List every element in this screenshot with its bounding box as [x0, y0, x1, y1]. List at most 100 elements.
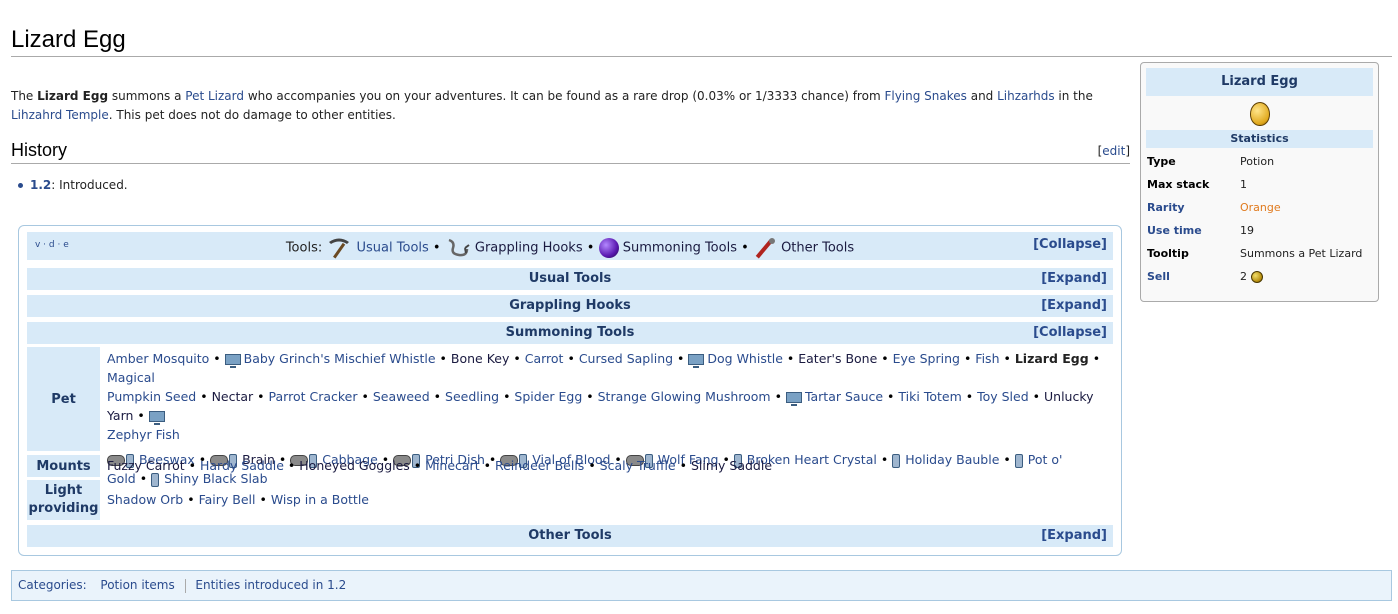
list-item[interactable]: Nectar: [212, 389, 254, 404]
group-label-light-providing: Light providing: [27, 480, 100, 520]
infobox-title: Lizard Egg: [1146, 68, 1373, 96]
intro-text: summons a: [108, 89, 186, 103]
bullet-icon: [18, 183, 23, 188]
list-item[interactable]: Toy Sled: [977, 389, 1029, 404]
infobox-section-statistics: Statistics: [1146, 130, 1373, 148]
intro-text: in the: [1054, 89, 1093, 103]
list-item[interactable]: Shadow Orb: [107, 492, 183, 507]
head-link-other-tools[interactable]: Other Tools: [781, 241, 854, 256]
infobox-row: Sell 2: [1146, 265, 1373, 288]
list-item[interactable]: Baby Grinch's Mischief Whistle: [244, 351, 436, 366]
intro-text: and: [966, 89, 998, 103]
section-title: Grappling Hooks: [509, 298, 631, 313]
list-item[interactable]: Reindeer Bells: [495, 458, 584, 473]
categories-bar: Categories: Potion items Entities introd…: [11, 570, 1392, 601]
row-value: 1: [1240, 178, 1247, 191]
pet-line: Zephyr Fish: [107, 425, 1107, 444]
list-item[interactable]: Parrot Cracker: [269, 389, 358, 404]
sell-value: 2: [1240, 270, 1247, 283]
row-value: Potion: [1240, 155, 1275, 168]
list-item[interactable]: Minecart: [425, 458, 479, 473]
edit-section: [edit]: [1097, 144, 1130, 158]
expand-button[interactable]: [Expand]: [1041, 528, 1107, 543]
list-item[interactable]: Wisp in a Bottle: [271, 492, 369, 507]
intro-paragraph: The Lizard Egg summons a Pet Lizard who …: [11, 87, 1126, 125]
navbox-title: Tools: Usual Tools • Grappling Hooks • S…: [27, 236, 1113, 260]
list-item[interactable]: Tartar Sauce: [805, 389, 883, 404]
expand-button[interactable]: [Expand]: [1041, 271, 1107, 286]
list-item[interactable]: Fuzzy Carrot: [107, 458, 185, 473]
list-item[interactable]: Strange Glowing Mushroom: [598, 389, 771, 404]
list-item[interactable]: Hardy Saddle: [200, 458, 284, 473]
intro-text: The: [11, 89, 38, 103]
edit-link[interactable]: edit: [1102, 144, 1125, 158]
tools-navbox: v · d · e Tools: Usual Tools • Grappling…: [18, 225, 1122, 556]
section-title: Usual Tools: [528, 271, 612, 286]
infobox-row: Max stack 1: [1146, 173, 1373, 196]
history-text: : Introduced.: [51, 178, 128, 192]
row-key: Max stack: [1147, 178, 1210, 191]
section-usual-tools: Usual Tools [Expand]: [27, 268, 1113, 290]
history-list: 1.2: Introduced.: [18, 178, 128, 192]
pet-line: Pumpkin Seed • Nectar • Parrot Cracker •…: [107, 389, 1094, 425]
list-item[interactable]: Scaly Truffle: [600, 458, 676, 473]
sell-link[interactable]: Sell: [1146, 265, 1239, 288]
link-flying-snakes[interactable]: Flying Snakes: [884, 89, 966, 103]
intro-text: who accompanies you on your adventures. …: [244, 89, 885, 103]
list-item[interactable]: Zephyr Fish: [107, 427, 180, 442]
section-title: Other Tools: [528, 528, 612, 543]
intro-text: . This pet does not do damage to other e…: [108, 108, 396, 122]
list-item[interactable]: Fish: [975, 351, 999, 366]
infobox-row: Type Potion: [1146, 150, 1373, 173]
list-item[interactable]: Pumpkin Seed: [107, 389, 196, 404]
pickaxe-icon: [329, 238, 350, 259]
list-item[interactable]: Slimy Saddle: [691, 458, 772, 473]
head-link-usual-tools[interactable]: Usual Tools: [357, 241, 429, 256]
list-item[interactable]: Seedling: [445, 389, 499, 404]
list-item[interactable]: Fairy Bell: [199, 492, 256, 507]
infobox-row: Use time 19: [1146, 219, 1373, 242]
rarity-link[interactable]: Rarity: [1146, 196, 1239, 219]
collapse-button[interactable]: [Collapse]: [1033, 325, 1107, 340]
link-lihzahrd-temple[interactable]: Lihzahrd Temple: [11, 108, 109, 122]
navbox-collapse-button[interactable]: [Collapse]: [1033, 237, 1107, 252]
link-lihzarhds[interactable]: Lihzarhds: [997, 89, 1054, 103]
link-pet-lizard[interactable]: Pet Lizard: [185, 89, 244, 103]
use-time-link[interactable]: Use time: [1146, 219, 1239, 242]
orb-icon: [598, 238, 619, 258]
list-item[interactable]: Magical: [107, 370, 155, 385]
lizard-egg-icon: [1249, 102, 1270, 126]
version-link[interactable]: 1.2: [30, 178, 51, 192]
list-item[interactable]: Honeyed Goggles: [299, 458, 410, 473]
list-item[interactable]: Eye Spring: [893, 351, 960, 366]
list-item[interactable]: Bone Key: [451, 351, 509, 366]
expand-button[interactable]: [Expand]: [1041, 298, 1107, 313]
infobox-row: Tooltip Summons a Pet Lizard: [1146, 242, 1373, 265]
divider: [184, 578, 186, 593]
list-item[interactable]: Tiki Totem: [898, 389, 961, 404]
row-key: Type: [1147, 155, 1176, 168]
list-item[interactable]: Seaweed: [373, 389, 430, 404]
light-list: Shadow Orb • Fairy Bell • Wisp in a Bott…: [107, 492, 369, 507]
list-item[interactable]: Cursed Sapling: [579, 351, 673, 366]
section-summoning-tools: Summoning Tools [Collapse]: [27, 322, 1113, 344]
section-title: Summoning Tools: [505, 325, 635, 340]
infobox: Lizard Egg Statistics Type Potion Max sta…: [1140, 62, 1379, 302]
category-link[interactable]: Potion items: [100, 578, 174, 592]
pc-icon: [785, 392, 802, 406]
list-item[interactable]: Carrot: [525, 351, 564, 366]
pc-icon: [148, 411, 165, 425]
pc-icon: [224, 354, 241, 368]
list-item[interactable]: Amber Mosquito: [107, 351, 209, 366]
list-item[interactable]: Eater's Bone: [798, 351, 877, 366]
categories-label[interactable]: Categories:: [18, 578, 87, 592]
current-item: Lizard Egg: [1014, 351, 1089, 366]
history-section-header: History [edit]: [11, 139, 1130, 164]
head-link-summoning-tools[interactable]: Summoning Tools: [623, 241, 737, 256]
head-link-grappling-hooks[interactable]: Grappling Hooks: [475, 241, 583, 256]
wrench-icon: [755, 238, 775, 259]
tools-label: Tools:: [285, 240, 323, 256]
list-item[interactable]: Spider Egg: [514, 389, 582, 404]
category-link[interactable]: Entities introduced in 1.2: [195, 578, 346, 592]
list-item[interactable]: Dog Whistle: [707, 351, 783, 366]
